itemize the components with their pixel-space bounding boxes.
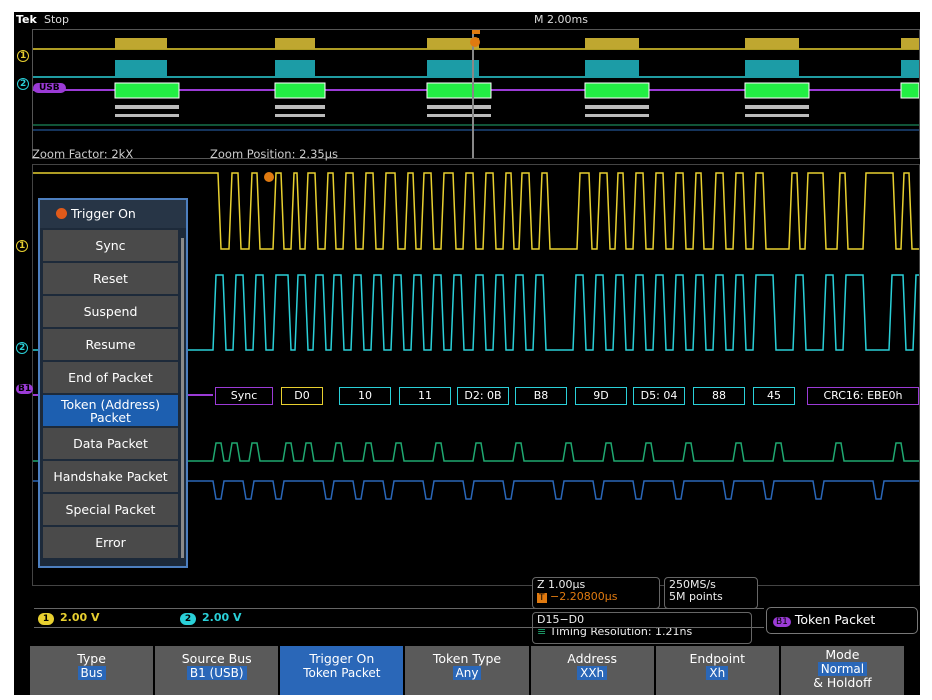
trigger-point-icon [264, 172, 274, 182]
trigger-type-label: Token Packet [794, 612, 876, 627]
channel-scale-bar: 1 2.00 V 2 2.00 V [34, 608, 764, 628]
trigger-readout: B1 Token Packet [766, 607, 918, 634]
menu-item-sync[interactable]: Sync [43, 230, 178, 261]
ch1-badge: 1 [38, 613, 54, 625]
packet-sync: Sync [215, 387, 273, 405]
packet-byte: 9D [575, 387, 627, 405]
menu-item-error[interactable]: Error [43, 527, 178, 558]
trigger-position: −2.20800µs [550, 590, 618, 603]
packet-byte: 45 [753, 387, 795, 405]
softkey-trigger-on[interactable]: Trigger On Token Packet [280, 646, 404, 695]
horizontal-scale: M 2.00ms [534, 13, 588, 26]
zoom-factor: Zoom Factor: 2kX [32, 147, 134, 161]
menu-item-special-packet[interactable]: Special Packet [43, 494, 178, 525]
trigger-on-menu: Trigger On Sync Reset Suspend Resume End… [38, 198, 188, 568]
ch1-volts[interactable]: 2.00 V [60, 611, 99, 624]
packet-pid: D0 [281, 387, 323, 405]
ch2-marker[interactable]: 2 [16, 342, 29, 354]
trigger-marker-icon [470, 37, 480, 47]
packet-crc: CRC16: EBE0h [807, 387, 919, 405]
softkey-endpoint[interactable]: Endpoint Xh [655, 646, 779, 695]
record-length: 5M points [669, 590, 723, 603]
ch2-volts[interactable]: 2.00 V [202, 611, 241, 624]
trigger-position-icon: T [537, 593, 547, 603]
ch2-badge: 2 [180, 613, 196, 625]
softkey-bar: Type Bus Source Bus B1 (USB) Trigger On Tok… [30, 646, 904, 695]
bus-badge: B1 [773, 617, 791, 627]
softkey-token-type[interactable]: Token Type Any [405, 646, 529, 695]
packet-data: D5: 04 [633, 387, 685, 405]
menu-item-data-packet[interactable]: Data Packet [43, 428, 178, 459]
overview-waveform: 1 2 USB [17, 29, 920, 159]
softkey-address[interactable]: Address XXh [530, 646, 654, 695]
brand-logo: Tek [16, 13, 37, 26]
acquisition-state: Stop [44, 13, 70, 26]
trigger-on-menu-title: Trigger On [40, 200, 186, 228]
packet-byte: 11 [399, 387, 451, 405]
menu-item-resume[interactable]: Resume [43, 329, 178, 360]
bus-marker[interactable]: B1 [16, 384, 34, 394]
zoom-position: Zoom Position: 2.35µs [210, 147, 339, 161]
ch1-overview-marker: 1 [17, 50, 30, 62]
ch1-bursts [115, 38, 919, 49]
softkey-type[interactable]: Type Bus [30, 646, 154, 695]
menu-item-reset[interactable]: Reset [43, 263, 178, 294]
packet-byte: 10 [339, 387, 391, 405]
ch2-overview-marker: 2 [17, 78, 30, 90]
softkey-source-bus[interactable]: Source Bus B1 (USB) [155, 646, 279, 695]
multipurpose-knob-icon [56, 208, 67, 219]
ch1-marker[interactable]: 1 [16, 240, 29, 252]
menu-scrollbar[interactable] [181, 238, 184, 558]
menu-item-token-packet[interactable]: Token (Address) Packet [43, 395, 178, 426]
status-bar: Tek Stop M 2.00ms [14, 12, 920, 29]
zoom-readout: Z 1.00µs T −2.20800µs [532, 577, 660, 609]
overview-traces [33, 30, 919, 158]
oscilloscope-screen: Tek Stop M 2.00ms 1 2 USB Zoom Factor: 2… [14, 12, 920, 695]
packet-byte: 88 [693, 387, 745, 405]
menu-item-handshake-packet[interactable]: Handshake Packet [43, 461, 178, 492]
softkey-mode[interactable]: Mode Normal & Holdoff [780, 646, 904, 695]
menu-item-suspend[interactable]: Suspend [43, 296, 178, 327]
packet-data: D2: 0B [457, 387, 509, 405]
packet-byte: B8 [515, 387, 567, 405]
acquisition-readout: 250MS/s 5M points [664, 577, 758, 609]
bus-label: USB [33, 83, 66, 93]
menu-item-end-of-packet[interactable]: End of Packet [43, 362, 178, 393]
